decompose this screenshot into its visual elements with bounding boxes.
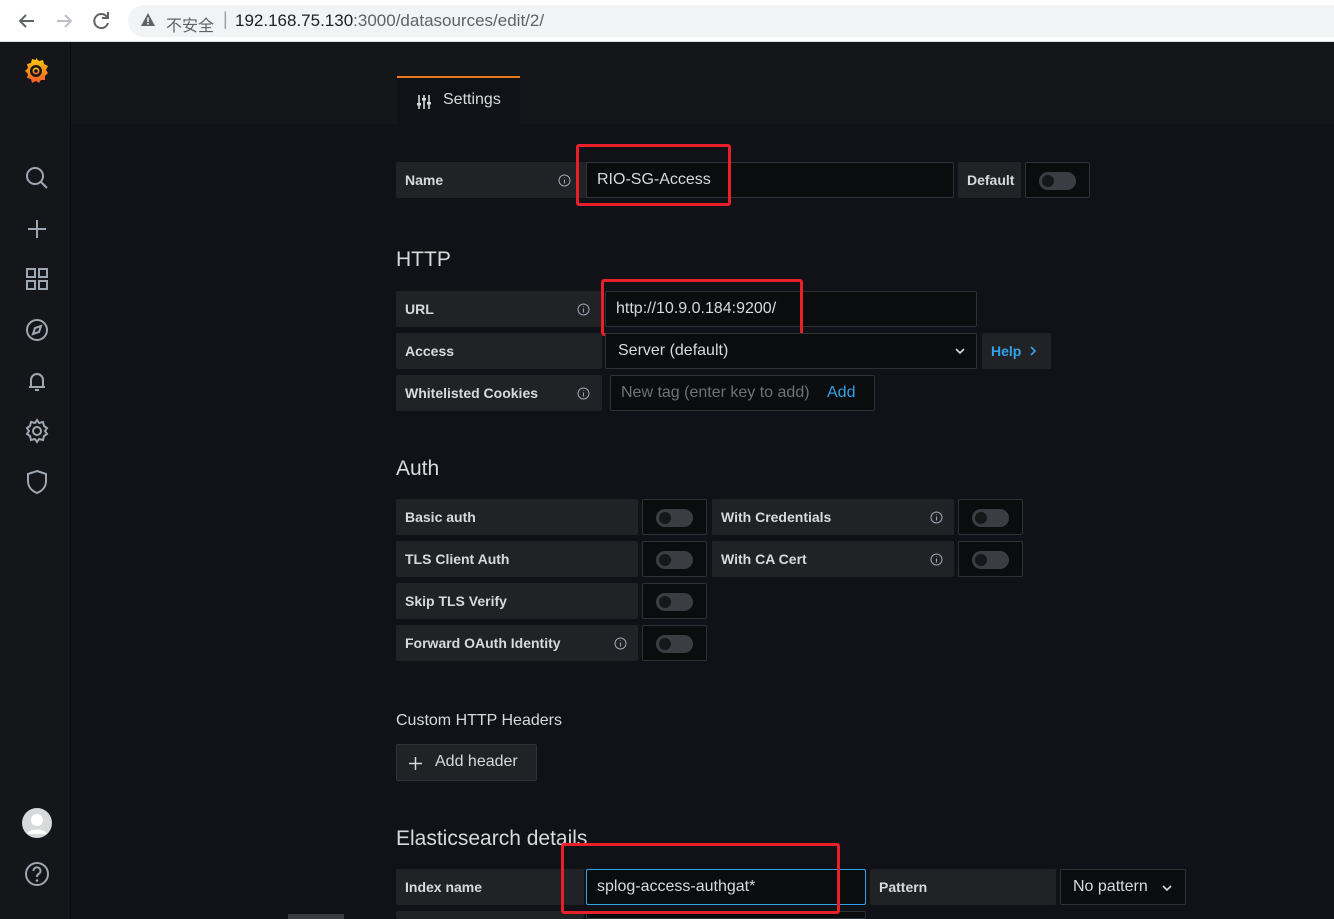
- dashboards-icon[interactable]: [22, 264, 52, 294]
- add-header-label: Add header: [435, 753, 518, 770]
- url-path: :3000/datasources/edit/2/: [353, 11, 545, 30]
- address-bar[interactable]: 不安全 | 192.168.75.130:3000/datasources/ed…: [128, 5, 1334, 37]
- insecure-label: 不安全: [166, 16, 215, 35]
- forward-oauth-label: Forward OAuth Identity: [396, 625, 638, 661]
- cookies-placeholder: New tag (enter key to add): [621, 384, 810, 401]
- cookies-label: Whitelisted Cookies: [396, 375, 602, 411]
- cookies-add-button[interactable]: Add: [827, 376, 855, 410]
- cookies-label-text: Whitelisted Cookies: [405, 385, 539, 401]
- sidebar: [0, 42, 71, 919]
- tab-settings-label: Settings: [443, 91, 501, 108]
- default-label: Default: [958, 162, 1021, 198]
- with-credentials-label: With Credentials: [712, 499, 954, 535]
- plus-icon: [409, 757, 422, 770]
- next-row-input[interactable]: [586, 911, 866, 919]
- reload-icon[interactable]: [88, 8, 114, 34]
- page-tabs: Settings: [71, 42, 1334, 124]
- info-icon[interactable]: [614, 637, 627, 650]
- address-separator: |: [223, 9, 228, 29]
- url-host: 192.168.75.130: [235, 11, 354, 30]
- tls-client-auth-label: TLS Client Auth: [396, 541, 638, 577]
- help-question-icon[interactable]: [22, 859, 52, 889]
- access-select[interactable]: Server (default): [605, 333, 977, 369]
- skip-tls-verify-label: Skip TLS Verify: [396, 583, 638, 619]
- name-input[interactable]: RIO-SG-Access: [586, 162, 954, 198]
- scrollbar-thumb[interactable]: [288, 914, 344, 919]
- server-admin-shield-icon[interactable]: [22, 467, 52, 497]
- chevron-down-icon: [1162, 885, 1172, 892]
- pattern-value: No pattern: [1073, 878, 1148, 895]
- grafana-logo-icon[interactable]: [21, 56, 51, 86]
- warning-icon: [141, 13, 155, 26]
- info-icon[interactable]: [930, 511, 943, 524]
- forward-oauth-text: Forward OAuth Identity: [405, 635, 561, 651]
- url-input[interactable]: http://10.9.0.184:9200/: [605, 291, 977, 327]
- tls-client-auth-toggle[interactable]: [642, 541, 707, 577]
- add-header-button[interactable]: Add header: [396, 744, 537, 781]
- explore-compass-icon[interactable]: [22, 315, 52, 345]
- http-section-title: HTTP: [396, 248, 451, 271]
- help-button-label: Help: [991, 343, 1022, 359]
- default-toggle[interactable]: [1025, 162, 1090, 198]
- with-ca-cert-text: With CA Cert: [721, 551, 807, 567]
- forward-oauth-toggle[interactable]: [642, 625, 707, 661]
- configuration-gear-icon[interactable]: [22, 416, 52, 446]
- forward-icon[interactable]: [51, 8, 77, 34]
- cookies-tag-input[interactable]: New tag (enter key to add) Add: [610, 375, 875, 411]
- skip-tls-verify-toggle[interactable]: [642, 583, 707, 619]
- auth-section-title: Auth: [396, 457, 440, 480]
- elasticsearch-section-title: Elasticsearch details: [396, 827, 588, 850]
- info-icon[interactable]: [577, 387, 590, 400]
- name-label-text: Name: [405, 172, 444, 188]
- name-label: Name: [396, 162, 602, 198]
- access-value: Server (default): [618, 342, 729, 359]
- browser-toolbar: 不安全 | 192.168.75.130:3000/datasources/ed…: [0, 0, 1334, 42]
- with-credentials-toggle[interactable]: [958, 499, 1023, 535]
- pattern-select[interactable]: No pattern: [1060, 869, 1186, 905]
- index-name-label: Index name: [396, 869, 584, 905]
- info-icon[interactable]: [558, 174, 571, 187]
- index-name-input[interactable]: splog-access-authgat*: [586, 869, 866, 905]
- chevron-down-icon: [955, 348, 965, 355]
- help-button[interactable]: Help: [982, 333, 1051, 369]
- url-label-text: URL: [405, 301, 434, 317]
- user-avatar[interactable]: [22, 808, 52, 838]
- create-plus-icon[interactable]: [22, 214, 52, 244]
- main-content: Settings Name RIO-SG-Access Default HTTP…: [71, 42, 1334, 919]
- with-credentials-text: With Credentials: [721, 509, 832, 525]
- alerting-bell-icon[interactable]: [22, 366, 52, 396]
- chevron-right-icon: [1030, 346, 1037, 356]
- url-label: URL: [396, 291, 602, 327]
- with-ca-cert-label: With CA Cert: [712, 541, 954, 577]
- search-icon[interactable]: [22, 163, 52, 193]
- back-icon[interactable]: [14, 8, 40, 34]
- info-icon[interactable]: [577, 303, 590, 316]
- basic-auth-label: Basic auth: [396, 499, 638, 535]
- tab-settings[interactable]: Settings: [397, 76, 520, 124]
- custom-headers-title: Custom HTTP Headers: [396, 712, 562, 729]
- with-ca-cert-toggle[interactable]: [958, 541, 1023, 577]
- pattern-label: Pattern: [870, 869, 1056, 905]
- url-text: 192.168.75.130:3000/datasources/edit/2/: [235, 11, 544, 31]
- info-icon[interactable]: [930, 553, 943, 566]
- basic-auth-toggle[interactable]: [642, 499, 707, 535]
- next-row-label: [396, 911, 584, 919]
- access-label: Access: [396, 333, 602, 369]
- sliders-icon: [417, 95, 431, 109]
